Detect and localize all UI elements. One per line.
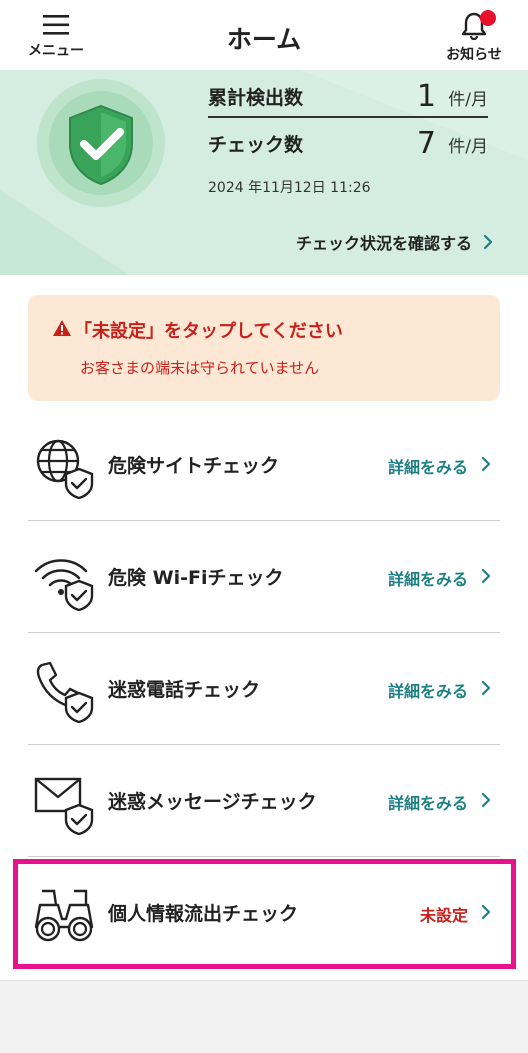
checks-value: 7 bbox=[416, 126, 436, 161]
wifi-shield-icon bbox=[34, 559, 94, 611]
checks-label: チェック数 bbox=[208, 134, 304, 156]
chevron-right-icon bbox=[481, 456, 491, 472]
feature-label: 危険サイトチェック bbox=[108, 455, 280, 477]
alert-title: 「未設定」をタップしてください bbox=[74, 321, 343, 342]
alert-message: お客さまの端末は守られていません bbox=[80, 359, 320, 377]
feature-detail-link[interactable]: 詳細をみる bbox=[388, 678, 468, 702]
notice-button[interactable]: お知らせ bbox=[438, 10, 510, 66]
notification-dot bbox=[480, 10, 496, 26]
detections-value: 1 bbox=[416, 79, 436, 114]
notice-label: お知らせ bbox=[446, 47, 502, 63]
phone-shield-icon bbox=[36, 661, 94, 723]
bottom-area bbox=[0, 980, 528, 1053]
detections-label: 累計検出数 bbox=[208, 87, 304, 109]
check-status-link-label: チェック状況を確認する bbox=[295, 234, 472, 253]
checks-unit: 件/月 bbox=[448, 137, 488, 157]
feature-detail-link[interactable]: 詳細をみる bbox=[388, 790, 468, 814]
chevron-right-icon bbox=[481, 792, 491, 808]
shield-check-icon bbox=[36, 78, 166, 208]
feature-dangerous-site[interactable]: 危険サイトチェック 詳細をみる bbox=[28, 409, 500, 521]
bottom-divider bbox=[0, 980, 528, 981]
feature-nuisance-call[interactable]: 迷惑電話チェック 詳細をみる bbox=[28, 633, 500, 745]
feature-detail-link[interactable]: 詳細をみる bbox=[388, 454, 468, 478]
highlight-frame bbox=[13, 859, 516, 969]
chevron-right-icon bbox=[481, 568, 491, 584]
feature-nuisance-message[interactable]: 迷惑メッセージチェック 詳細をみる bbox=[28, 745, 500, 857]
feature-label: 迷惑電話チェック bbox=[108, 679, 261, 701]
setup-alert[interactable]: 「未設定」をタップしてください お客さまの端末は守られていません bbox=[28, 295, 500, 401]
feature-label: 迷惑メッセージチェック bbox=[108, 791, 317, 813]
chevron-right-icon bbox=[481, 680, 491, 696]
status-panel: 累計検出数 1 件/月 チェック数 7 件/月 2024 年11月12日 11:… bbox=[0, 70, 528, 275]
feature-detail-link[interactable]: 詳細をみる bbox=[388, 566, 468, 590]
app-header: メニュー ホーム お知らせ bbox=[0, 0, 528, 70]
checks-row: チェック数 7 件/月 bbox=[208, 125, 488, 163]
globe-shield-icon bbox=[36, 439, 94, 499]
warning-icon bbox=[53, 320, 71, 336]
mail-shield-icon bbox=[34, 777, 94, 835]
detections-row: 累計検出数 1 件/月 bbox=[208, 79, 488, 118]
feature-dangerous-wifi[interactable]: 危険 Wi-Fiチェック 詳細をみる bbox=[28, 521, 500, 633]
last-check-timestamp: 2024 年11月12日 11:26 bbox=[208, 180, 371, 196]
feature-label: 危険 Wi-Fiチェック bbox=[108, 567, 284, 589]
detections-unit: 件/月 bbox=[448, 90, 488, 110]
chevron-right-icon bbox=[483, 234, 493, 250]
